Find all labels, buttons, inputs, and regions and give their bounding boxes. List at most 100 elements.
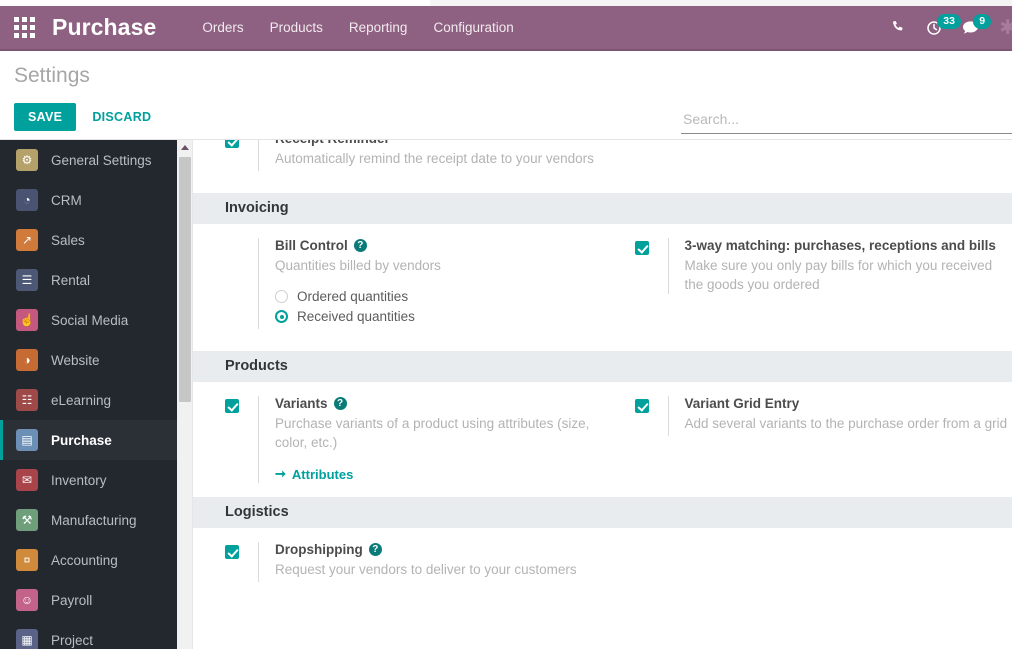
partial-setting-row: Receipt Reminder Automatically remind th… (193, 140, 1012, 171)
setting-bill-control: Bill Control ? Quantities billed by vend… (193, 224, 603, 330)
elearning-icon: ☷ (16, 389, 38, 411)
radio-label: Ordered quantities (297, 289, 409, 305)
setting-title: Receipt Reminder (275, 140, 603, 146)
sidebar-item-manufacturing[interactable]: ⚒ Manufacturing (0, 500, 177, 540)
control-panel: Settings SAVE DISCARD (0, 53, 1012, 140)
setting-description: Request your vendors to deliver to your … (275, 562, 577, 578)
accounting-doc-icon: ¤ (16, 549, 38, 571)
clock-activity-icon[interactable]: 33 (926, 13, 961, 36)
radio-label: Received quantities (297, 309, 415, 325)
save-button[interactable]: SAVE (14, 103, 77, 131)
nav-item-orders[interactable]: Orders (202, 20, 243, 35)
help-icon[interactable]: ? (368, 543, 382, 557)
sidebar-item-social-media[interactable]: ☝ Social Media (0, 300, 177, 340)
sidebar-item-label: General Settings (51, 152, 152, 168)
setting-title: Variants ? (275, 396, 603, 411)
radio-received-quantities[interactable] (275, 310, 288, 324)
help-icon[interactable]: ? (353, 239, 367, 252)
sidebar-item-inventory[interactable]: ✉ Inventory (0, 460, 177, 500)
phone-icon[interactable] (891, 20, 906, 35)
sidebar-item-purchase[interactable]: ▤ Purchase (0, 420, 177, 460)
section-body-logistics: Dropshipping ? Request your vendors to d… (193, 528, 1012, 583)
navbar-systray: 33 9 ✱ (891, 13, 1012, 40)
dropshipping-checkbox[interactable] (225, 545, 239, 560)
section-header-invoicing: Invoicing (193, 193, 1012, 224)
app-brand-title[interactable]: Purchase (52, 14, 156, 41)
scroll-thumb[interactable] (179, 157, 191, 402)
setting-description: Make sure you only pay bills for which y… (684, 258, 993, 293)
activity-count-badge: 33 (937, 13, 961, 29)
sidebar-item-label: eLearning (51, 392, 112, 408)
purchase-card-icon: ▤ (16, 429, 38, 451)
setting-description: Quantities billed by vendors (275, 258, 441, 273)
sidebar-item-label: Inventory (51, 472, 107, 488)
thumbs-up-icon: ☝ (16, 309, 38, 331)
nav-item-reporting[interactable]: Reporting (349, 20, 408, 35)
three-way-matching-checkbox[interactable] (634, 241, 649, 255)
wrench-icon: ⚒ (16, 509, 38, 531)
bill-control-label: Bill Control (275, 238, 348, 253)
sidebar-item-label: Accounting (51, 552, 118, 568)
sidebar-item-label: Social Media (51, 312, 129, 328)
setting-description: Add several variants to the purchase ord… (684, 416, 1008, 432)
sidebar-item-project[interactable]: ▦ Project (0, 620, 177, 649)
sidebar-item-rental[interactable]: ☰ Rental (0, 260, 177, 300)
dropshipping-label: Dropshipping (275, 542, 363, 558)
radio-option-received-quantities[interactable]: Received quantities (275, 309, 603, 324)
radio-option-ordered-quantities[interactable]: Ordered quantities (275, 289, 603, 304)
settings-content: Receipt Reminder Automatically remind th… (193, 140, 1012, 649)
sidebar-item-label: Purchase (51, 432, 112, 448)
navbar-menu: Orders Products Reporting Configuration (202, 20, 513, 35)
attributes-link-label: Attributes (291, 466, 354, 482)
nav-item-configuration[interactable]: Configuration (433, 20, 513, 35)
page-title: Settings (14, 64, 90, 87)
sales-chart-icon: ↗ (16, 229, 38, 251)
variants-checkbox[interactable] (225, 399, 239, 414)
sidebar-item-label: CRM (51, 192, 82, 208)
setting-variant-grid-entry: Variant Grid Entry Add several variants … (603, 382, 1012, 437)
discard-button[interactable]: DISCARD (86, 103, 157, 131)
sidebar-item-crm[interactable]: ◔ CRM (0, 180, 177, 220)
payroll-person-icon: ☺ (16, 589, 38, 611)
sidebar-item-payroll[interactable]: ☺ Payroll (0, 580, 177, 620)
setting-variants: Variants ? Purchase variants of a produc… (193, 382, 603, 484)
sidebar-item-website[interactable]: ◑ Website (0, 340, 177, 380)
section-body-invoicing: Bill Control ? Quantities billed by vend… (193, 224, 1012, 330)
sidebar-item-elearning[interactable]: ☷ eLearning (0, 380, 177, 420)
sidebar-item-accounting[interactable]: ¤ Accounting (0, 540, 177, 580)
section-body-products: Variants ? Purchase variants of a produc… (193, 382, 1012, 484)
setting-title: Variant Grid Entry (684, 396, 800, 412)
sidebar-item-label: Manufacturing (51, 512, 137, 528)
user-menu-icon[interactable]: ✱ (999, 15, 1012, 40)
setting-title: 3-way matching: purchases, receptions an… (684, 238, 996, 253)
messages-count-badge: 9 (973, 14, 992, 30)
radio-ordered-quantities[interactable] (275, 290, 288, 304)
gear-icon: ⚙ (16, 149, 38, 171)
settings-scrollbar[interactable] (177, 140, 193, 649)
section-header-logistics: Logistics (193, 497, 1012, 529)
variant-grid-entry-checkbox[interactable] (634, 399, 649, 414)
attributes-link[interactable]: ➞ Attributes (275, 466, 353, 482)
arrow-right-icon: ➞ (275, 466, 286, 482)
apps-grid-icon[interactable] (14, 16, 36, 39)
rental-icon: ☰ (16, 269, 38, 291)
search-input[interactable] (681, 109, 1012, 134)
control-panel-buttons: SAVE DISCARD (14, 103, 157, 131)
settings-sidebar: ⚙ General Settings ◔ CRM ↗ Sales ☰ Rental ☝ Socia… (0, 140, 177, 649)
setting-description: Automatically remind the receipt date to… (275, 151, 594, 166)
sidebar-item-label: Rental (51, 272, 91, 288)
setting-dropshipping: Dropshipping ? Request your vendors to d… (193, 528, 603, 583)
variants-label: Variants (275, 396, 328, 412)
sidebar-item-label: Project (51, 632, 94, 648)
bill-control-radio-group: Ordered quantities Received quantities (275, 289, 603, 324)
chat-bubble-icon[interactable]: 9 (962, 14, 992, 35)
receipt-reminder-checkbox[interactable] (225, 140, 239, 148)
setting-receipt-reminder: Receipt Reminder Automatically remind th… (193, 140, 603, 171)
help-icon[interactable]: ? (333, 397, 347, 411)
crm-icon: ◔ (16, 189, 38, 211)
nav-item-products[interactable]: Products (270, 20, 323, 35)
sidebar-item-label: Website (51, 352, 100, 368)
sidebar-item-sales[interactable]: ↗ Sales (0, 220, 177, 260)
scroll-up-arrow-icon[interactable] (177, 140, 193, 155)
sidebar-item-general-settings[interactable]: ⚙ General Settings (0, 140, 177, 180)
